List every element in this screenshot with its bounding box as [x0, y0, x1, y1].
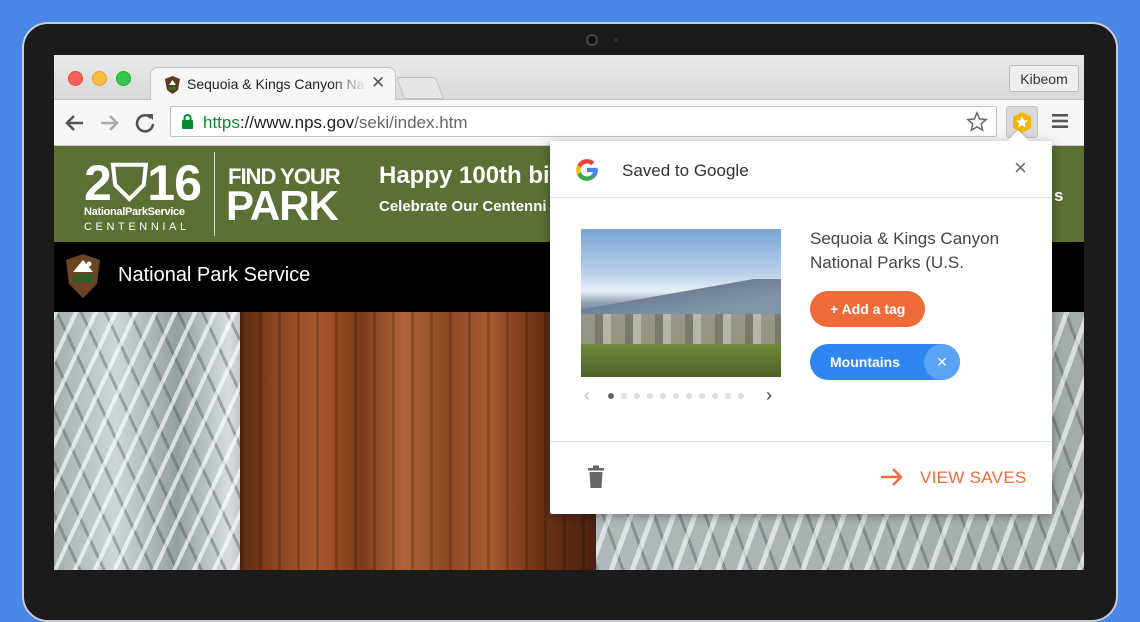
url-path: /seki/index.htm — [354, 113, 468, 132]
nps-favicon-icon — [165, 76, 180, 94]
add-tag-button[interactable]: + Add a tag — [810, 291, 926, 327]
carousel-dot[interactable] — [608, 393, 614, 399]
thumbnail-mountains — [581, 279, 781, 319]
carousel-dot[interactable] — [660, 393, 666, 399]
arrow-right-icon[interactable] — [880, 467, 904, 487]
carousel-dots — [608, 393, 751, 401]
new-tab-button[interactable] — [395, 77, 445, 99]
tab-sequoia[interactable]: Sequoia & Kings Canyon National Parks (U… — [150, 67, 396, 100]
popup-footer-divider — [550, 441, 1052, 442]
popup-title: Saved to Google — [622, 161, 749, 180]
save-to-google-star-icon — [1013, 112, 1031, 133]
saved-to-google-popup: Saved to Google × ‹ › Sequoia & Kings Ca… — [550, 130, 1052, 514]
view-saves-link[interactable]: VIEW SAVES — [920, 468, 1027, 488]
url-host: ://www.nps.gov — [239, 113, 355, 132]
carousel-dot[interactable] — [621, 393, 627, 399]
banner-year: 2⛉16 — [84, 155, 202, 211]
lock-icon — [182, 114, 193, 129]
tag-chip-mountains[interactable]: Mountains × — [810, 344, 960, 380]
thumbnail-meadow — [581, 344, 781, 377]
remove-tag-icon[interactable]: × — [924, 344, 960, 380]
forward-arrow-icon[interactable] — [96, 110, 122, 136]
banner-park: PARK — [226, 182, 339, 229]
carousel-dot[interactable] — [699, 393, 705, 399]
banner-centennial: CENTENNIAL — [84, 221, 190, 233]
sequoia-trunk — [240, 312, 596, 570]
snowy-forest-left — [54, 312, 240, 570]
browser-toolbar: https://www.nps.gov/seki/index.htm — [54, 100, 1084, 146]
banner-subline: Celebrate Our Centenni — [379, 198, 547, 215]
webcam-led — [614, 38, 618, 42]
carousel-dot[interactable] — [712, 393, 718, 399]
carousel-next-icon[interactable]: › — [766, 385, 772, 406]
banner-headline: Happy 100th bi — [379, 162, 550, 189]
saved-item-thumbnail[interactable] — [581, 229, 781, 377]
url-scheme: https — [203, 113, 240, 132]
nps-arrowhead-icon[interactable] — [66, 254, 100, 298]
minimize-window-button[interactable] — [92, 71, 107, 86]
popup-close-icon[interactable]: × — [1014, 155, 1027, 181]
address-bar[interactable]: https://www.nps.gov/seki/index.htm — [170, 106, 997, 137]
trash-icon[interactable] — [586, 465, 606, 489]
maximize-window-button[interactable] — [116, 71, 131, 86]
webcam — [586, 34, 598, 46]
carousel-dot[interactable] — [738, 393, 744, 399]
carousel-dot[interactable] — [634, 393, 640, 399]
banner-right-fragment: s — [1054, 186, 1064, 205]
carousel-dot[interactable] — [647, 393, 653, 399]
reload-icon[interactable] — [132, 110, 158, 136]
back-arrow-icon[interactable] — [62, 110, 88, 136]
hamburger-menu-icon[interactable] — [1051, 112, 1069, 130]
tab-strip: Sequoia & Kings Canyon National Parks (U… — [54, 55, 1084, 100]
carousel-prev-icon[interactable]: ‹ — [584, 385, 590, 406]
url-text: https://www.nps.gov/seki/index.htm — [203, 113, 468, 133]
carousel-dot[interactable] — [673, 393, 679, 399]
google-g-icon — [576, 159, 598, 181]
nps-title[interactable]: National Park Service — [118, 264, 310, 287]
popup-divider — [550, 197, 1052, 198]
bookmark-star-icon[interactable] — [966, 111, 988, 133]
banner-divider — [214, 152, 215, 236]
tab-title: Sequoia & Kings Canyon National Parks (U… — [187, 76, 367, 92]
tag-chip-label: Mountains — [830, 354, 900, 370]
profile-button[interactable]: Kibeom — [1009, 65, 1079, 92]
close-window-button[interactable] — [68, 71, 83, 86]
carousel-dot[interactable] — [686, 393, 692, 399]
saved-item-title: Sequoia & Kings Canyon National Parks (U… — [810, 229, 1000, 272]
carousel-dot[interactable] — [725, 393, 731, 399]
tab-close-icon[interactable]: ✕ — [371, 73, 385, 93]
banner-nps: NationalParkService — [84, 206, 185, 218]
